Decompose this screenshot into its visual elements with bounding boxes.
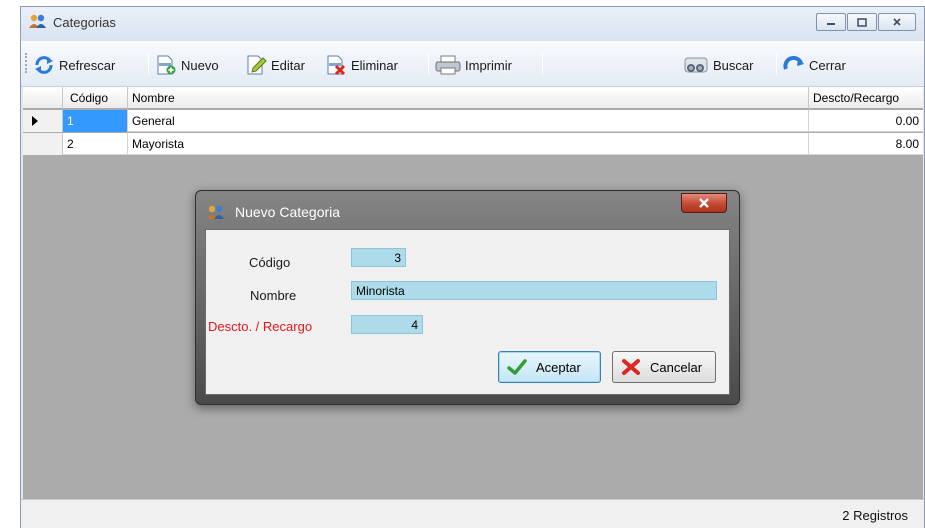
print-label: Imprimir [465, 57, 512, 73]
search-button[interactable]: Buscar [683, 53, 753, 77]
toolbar-grip [25, 53, 28, 73]
delete-button[interactable]: Eliminar [325, 53, 398, 77]
name-label: Nombre [250, 288, 297, 303]
edit-label: Editar [271, 57, 305, 73]
discount-field[interactable] [351, 315, 423, 334]
new-button[interactable]: Nuevo [155, 53, 219, 77]
column-header-code[interactable]: Código [63, 87, 128, 109]
new-label: Nuevo [181, 57, 219, 73]
cancel-x-icon [620, 357, 642, 377]
status-bar: 2 Registros [21, 499, 924, 528]
accept-button[interactable]: Aceptar [498, 351, 601, 383]
cell-discount[interactable]: 8.00 [809, 133, 923, 155]
code-field[interactable] [351, 248, 406, 267]
close-button[interactable]: Cerrar [783, 53, 846, 77]
minimize-icon [827, 23, 835, 25]
delete-document-icon [325, 55, 347, 75]
users-icon [29, 13, 47, 29]
accept-label: Aceptar [536, 359, 581, 375]
column-header-discount[interactable]: Descto/Recargo [809, 87, 923, 109]
minimize-button[interactable] [816, 13, 846, 31]
cell-name[interactable]: General [128, 110, 809, 132]
toolbar: Refrescar Nuevo Editar Eliminar Imprimir… [21, 41, 924, 87]
printer-icon [435, 55, 461, 75]
name-field[interactable] [351, 281, 717, 300]
close-window-button[interactable] [878, 13, 916, 31]
discount-label: Descto. / Recargo [208, 319, 313, 334]
new-document-icon [155, 55, 177, 75]
refresh-icon [33, 55, 55, 75]
binoculars-icon [683, 55, 709, 75]
search-label: Buscar [713, 57, 754, 73]
window-controls [815, 13, 916, 31]
code-label: Código [249, 255, 291, 270]
cell-discount[interactable]: 0.00 [809, 110, 923, 132]
close-arrow-icon [783, 55, 805, 75]
table-row[interactable]: 2 Mayorista 8.00 [23, 133, 923, 155]
current-row-arrow-icon [32, 116, 38, 126]
title-bar: Categorias [21, 7, 924, 41]
cell-code[interactable]: 1 [63, 110, 128, 132]
dialog-close-button[interactable] [681, 193, 727, 213]
toolbar-separator [428, 53, 429, 75]
close-label: Cerrar [809, 57, 846, 73]
window-title: Categorias [53, 15, 116, 30]
table-row[interactable]: 1 General 0.00 [23, 110, 923, 132]
edit-pencil-icon [245, 55, 267, 75]
maximize-button[interactable] [847, 13, 877, 31]
cancel-button[interactable]: Cancelar [612, 351, 716, 383]
new-category-dialog: Nuevo Categoria Código Nombre Descto. / … [195, 190, 740, 405]
row-header[interactable] [23, 133, 63, 155]
edit-button[interactable]: Editar [245, 53, 305, 77]
refresh-label: Refrescar [59, 57, 116, 73]
toolbar-separator [542, 53, 543, 75]
close-icon [893, 18, 901, 26]
row-header[interactable] [23, 110, 63, 132]
cell-name[interactable]: Mayorista [128, 133, 809, 155]
column-header-name[interactable]: Nombre [128, 87, 809, 109]
delete-label: Eliminar [351, 57, 398, 73]
grid-header: Código Nombre Descto/Recargo [23, 87, 923, 109]
record-count: 2 Registros [842, 508, 908, 523]
toolbar-separator [148, 53, 149, 75]
checkmark-icon [506, 357, 528, 377]
users-icon [207, 204, 225, 220]
row-header-corner [23, 87, 63, 109]
dialog-title: Nuevo Categoria [235, 204, 341, 220]
refresh-button[interactable]: Refrescar [33, 53, 115, 77]
close-icon [699, 198, 709, 208]
maximize-icon [857, 17, 867, 27]
cell-code[interactable]: 2 [63, 133, 128, 155]
print-button[interactable]: Imprimir [435, 53, 512, 77]
dialog-body: Código Nombre Descto. / Recargo Aceptar … [205, 229, 730, 395]
toolbar-separator [776, 53, 777, 75]
cancel-label: Cancelar [650, 359, 703, 375]
